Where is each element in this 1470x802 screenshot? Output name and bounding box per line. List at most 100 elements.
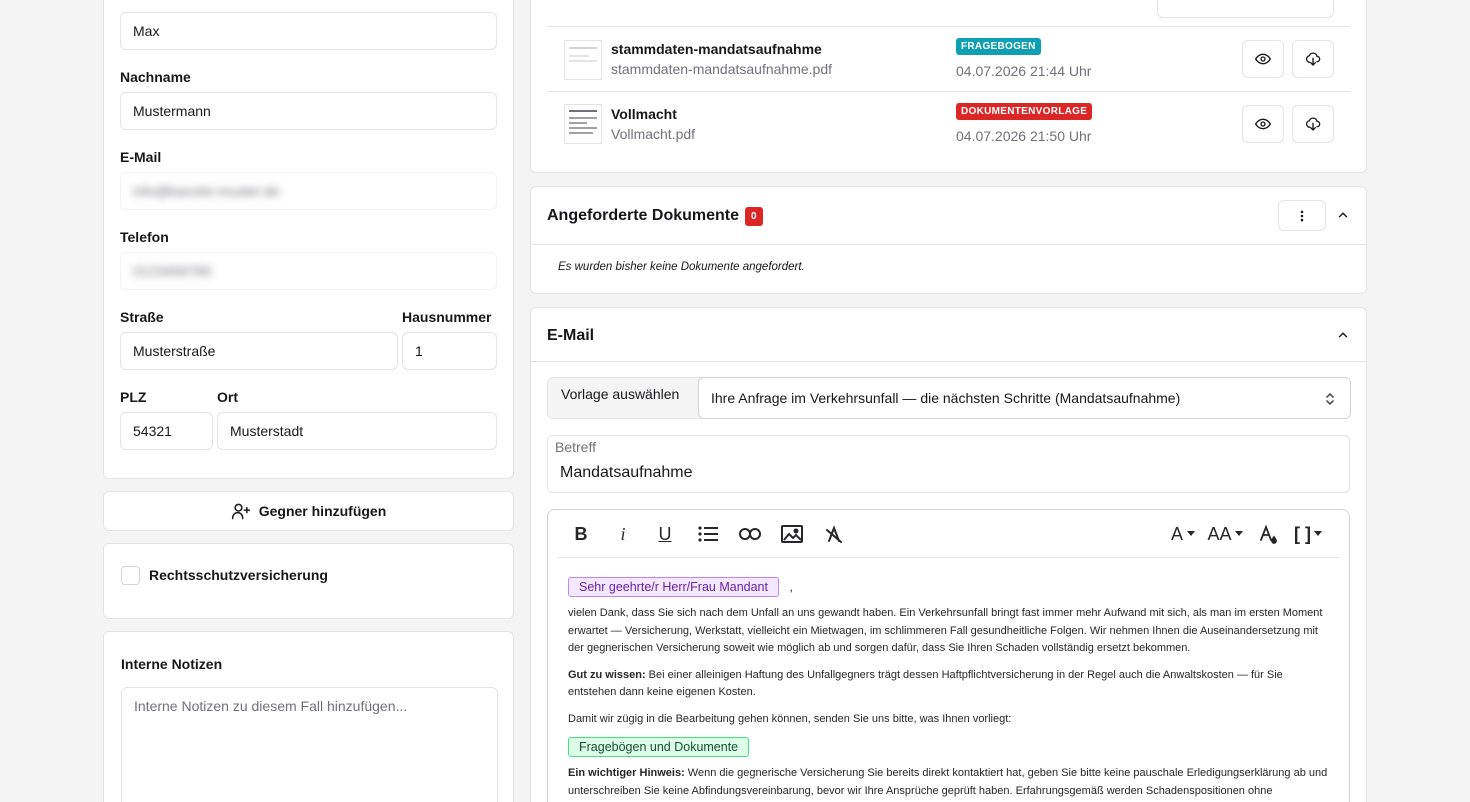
notes-card: Interne Notizen Interne Notizen zu diese… <box>103 631 514 802</box>
strasse-label: Straße <box>120 309 164 325</box>
italic-icon[interactable]: i <box>612 510 634 558</box>
salutation-suffix: , <box>789 580 793 594</box>
email-card-title: E-Mail <box>547 327 595 344</box>
font-color-glyph: A <box>1170 523 1183 544</box>
documents-placeholder-chip[interactable]: Fragebögen und Dokumente <box>568 737 750 757</box>
strasse-field[interactable]: Musterstraße <box>120 332 398 370</box>
document-filename: stammdaten-mandatsaufnahme.pdf <box>611 61 833 77</box>
underline-icon[interactable]: U <box>654 510 676 558</box>
download-button[interactable] <box>1292 40 1334 78</box>
telefon-value: 0123456789 <box>133 263 211 279</box>
email-field[interactable]: info@kanzlei-muster.de <box>120 172 497 210</box>
nachname-field[interactable]: Mustermann <box>120 92 497 130</box>
view-button[interactable] <box>1242 105 1284 143</box>
bullet-list-icon[interactable] <box>696 510 720 558</box>
body-paragraph: Ein wichtiger Hinweis: Wenn die gegneris… <box>568 765 1333 800</box>
download-button[interactable] <box>1292 105 1334 143</box>
template-select-value: Ihre Anfrage im Verkehrsunfall — die näc… <box>711 390 1181 406</box>
chevrons-up-down-icon <box>1326 392 1334 406</box>
vorname-value: Max <box>133 23 160 39</box>
cloud-download-icon <box>1305 52 1321 66</box>
document-type-badge: FRAGEBOGEN <box>956 38 1041 55</box>
strasse-value: Musterstraße <box>133 343 216 359</box>
requested-documents-title: Angeforderte Dokumente <box>547 207 740 224</box>
body-paragraph: Gut zu wissen: Bei einer alleinigen Haft… <box>568 667 1333 702</box>
link-icon[interactable] <box>738 510 762 558</box>
legal-insurance-card: Rechtsschutzversicherung <box>103 543 514 619</box>
body-bold-lead: Gut zu wissen: <box>568 668 646 681</box>
plz-value: 54321 <box>133 423 172 439</box>
user-plus-icon <box>231 503 250 520</box>
salutation-placeholder-chip[interactable]: Sehr geehrte/r Herr/Frau Mandant <box>568 577 779 597</box>
eye-icon <box>1255 118 1271 130</box>
editor-toolbar: B i U A AA [] <box>558 510 1339 558</box>
placeholder-glyph: [ ] <box>1294 523 1311 544</box>
clear-format-icon[interactable] <box>822 510 846 558</box>
ort-field[interactable]: Musterstadt <box>217 412 497 450</box>
placeholder-insert-icon[interactable]: [ ] <box>1288 510 1328 558</box>
template-select-group: Vorlage auswählen Ihre Anfrage im Verkeh… <box>547 377 1351 419</box>
legal-insurance-checkbox[interactable] <box>121 566 140 585</box>
more-options-button[interactable] <box>1278 200 1326 231</box>
plz-field[interactable]: 54321 <box>120 412 213 450</box>
document-date: 04.07.2026 21:44 Uhr <box>956 63 1092 79</box>
chevron-up-icon[interactable] <box>1336 328 1350 342</box>
document-title: stammdaten-mandatsaufnahme <box>611 41 822 57</box>
ort-label: Ort <box>217 389 238 405</box>
document-row[interactable]: Vollmacht Vollmacht.pdf DOKUMENTENVORLAG… <box>547 92 1350 156</box>
add-opponent-label: Gegner hinzufügen <box>258 503 387 519</box>
email-card: E-Mail Vorlage auswählen Ihre Anfrage im… <box>530 307 1367 802</box>
caret-down-icon <box>1234 531 1243 536</box>
telefon-field[interactable]: 0123456789 <box>120 252 497 290</box>
caret-down-icon <box>1187 531 1195 536</box>
subject-value: Mandatsaufnahme <box>560 464 693 481</box>
body-paragraph: vielen Dank, dass Sie sich nach dem Unfa… <box>568 607 1323 654</box>
template-label: Vorlage auswählen <box>561 386 680 402</box>
email-label: E-Mail <box>120 149 162 165</box>
template-select[interactable]: Ihre Anfrage im Verkehrsunfall — die näc… <box>698 377 1351 419</box>
email-header-divider <box>531 361 1366 362</box>
sort-select-fragment[interactable] <box>1157 0 1334 18</box>
font-size-glyph: AA <box>1207 523 1232 544</box>
text-highlight-icon[interactable] <box>1256 510 1280 558</box>
document-title: Vollmacht <box>611 106 677 122</box>
requested-divider <box>531 244 1366 245</box>
notes-textarea[interactable]: Interne Notizen zu diesem Fall hinzufüge… <box>121 687 498 802</box>
add-opponent-button[interactable]: Gegner hinzufügen <box>103 491 514 531</box>
requested-empty-text: Es wurden bisher keine Dokumente angefor… <box>558 261 805 273</box>
legal-insurance-label: Rechtsschutzversicherung <box>149 567 328 583</box>
pdf-thumbnail <box>564 104 602 144</box>
eye-icon <box>1255 53 1271 65</box>
subject-label: Betreff <box>555 439 596 455</box>
email-value: info@kanzlei-muster.de <box>133 183 280 199</box>
requested-count-badge: 0 <box>745 207 763 226</box>
cloud-download-icon <box>1305 117 1321 131</box>
image-icon[interactable] <box>780 510 804 558</box>
hausnummer-label: Hausnummer <box>402 309 492 325</box>
hausnummer-value: 1 <box>415 343 423 359</box>
telefon-label: Telefon <box>120 229 169 245</box>
chevron-up-icon[interactable] <box>1336 208 1350 222</box>
pdf-thumbnail <box>564 40 602 80</box>
document-filename: Vollmacht.pdf <box>611 126 696 142</box>
caret-down-icon <box>1314 531 1322 536</box>
subject-field[interactable]: Betreff Mandatsaufnahme <box>547 435 1350 493</box>
nachname-label: Nachname <box>120 69 191 85</box>
bold-icon[interactable]: B <box>570 510 592 558</box>
view-button[interactable] <box>1242 40 1284 78</box>
more-vertical-icon <box>1300 210 1304 221</box>
email-editor: B i U A AA [] Sehr geehrte/r Herr/Frau … <box>547 509 1350 802</box>
hausnummer-field[interactable]: 1 <box>402 332 497 370</box>
vorname-field[interactable]: Max <box>120 12 497 50</box>
nachname-value: Mustermann <box>133 103 211 119</box>
body-paragraph: Damit wir zügig in die Bearbeitung gehen… <box>568 712 1012 725</box>
body-paragraph-text: Bei einer alleinigen Haftung des Unfallg… <box>568 668 1283 699</box>
document-type-badge: DOKUMENTENVORLAGE <box>956 103 1093 120</box>
body-bold-lead: Ein wichtiger Hinweis: <box>568 767 685 779</box>
editor-content[interactable]: Sehr geehrte/r Herr/Frau Mandant , viele… <box>568 577 1333 802</box>
font-size-icon[interactable]: AA <box>1206 510 1244 558</box>
document-row[interactable]: stammdaten-mandatsaufnahme stammdaten-ma… <box>547 27 1350 91</box>
font-color-icon[interactable]: A <box>1166 510 1200 558</box>
notes-label: Interne Notizen <box>121 656 223 672</box>
ort-value: Musterstadt <box>230 423 304 439</box>
